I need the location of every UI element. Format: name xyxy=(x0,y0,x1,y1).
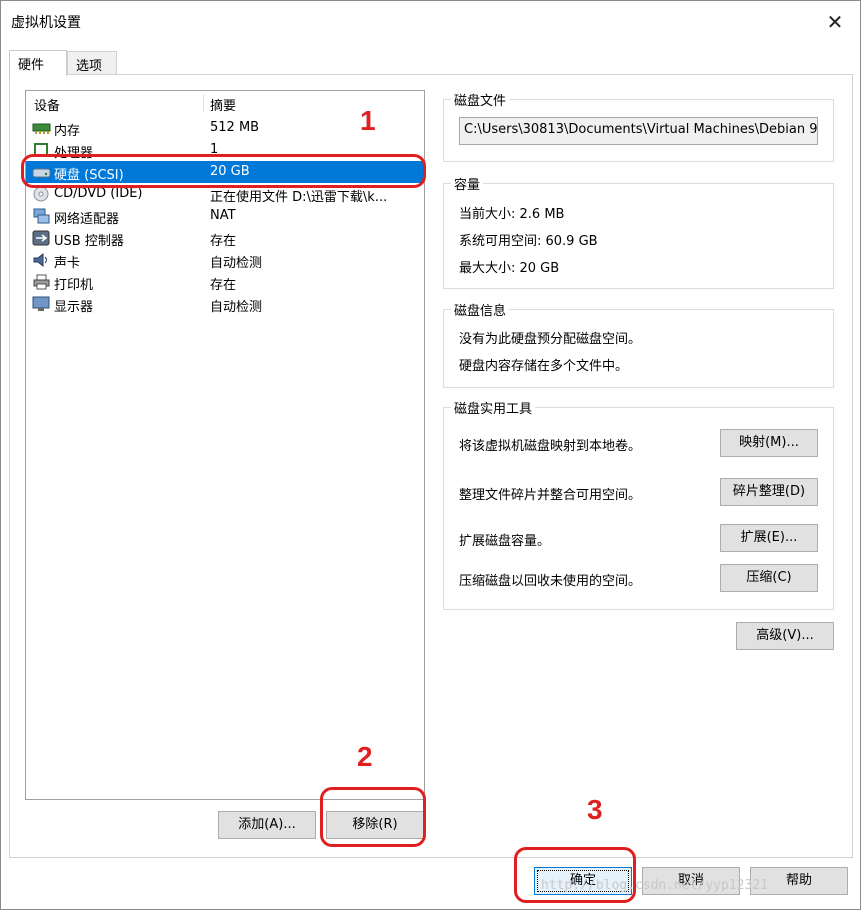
disk-file-path-field[interactable]: C:\Users\30813\Documents\Virtual Machine… xyxy=(459,117,818,145)
title-bar: 虚拟机设置 ✕ xyxy=(1,1,860,41)
disk-file-legend: 磁盘文件 xyxy=(451,90,510,109)
column-header-summary[interactable]: 摘要 xyxy=(210,95,236,114)
expand-description: 扩展磁盘容量。 xyxy=(459,534,551,549)
close-icon[interactable]: ✕ xyxy=(822,9,848,35)
column-separator[interactable] xyxy=(203,94,204,112)
device-name: 内存 xyxy=(54,124,81,139)
add-device-button[interactable]: 添加(A)... xyxy=(218,811,316,839)
sound-icon xyxy=(32,252,51,268)
device-name: 打印机 xyxy=(54,278,94,293)
map-button[interactable]: 映射(M)... xyxy=(720,429,818,457)
capacity-group: 容量 当前大小: 2.6 MB 系统可用空间: 60.9 GB 最大大小: 20… xyxy=(443,174,834,289)
disk-info-line-2: 硬盘内容存储在多个文件中。 xyxy=(459,359,629,374)
tab-hardware[interactable]: 硬件 xyxy=(9,50,67,76)
device-row-network[interactable]: 网络适配器 NAT xyxy=(26,205,424,227)
device-row-harddisk[interactable]: 硬盘 (SCSI) 20 GB xyxy=(26,161,424,183)
ok-button-label: 确定 xyxy=(537,870,629,892)
tab-hardware-label: 硬件 xyxy=(18,58,45,73)
defrag-description: 整理文件碎片并整合可用空间。 xyxy=(459,488,642,503)
remove-device-button[interactable]: 移除(R) xyxy=(326,811,424,839)
device-name: 处理器 xyxy=(54,146,94,161)
device-row-display[interactable]: 显示器 自动检测 xyxy=(26,293,424,315)
map-description: 将该虚拟机磁盘映射到本地卷。 xyxy=(459,439,642,454)
device-summary: 20 GB xyxy=(210,164,250,179)
device-row-processor[interactable]: 处理器 1 xyxy=(26,139,424,161)
device-name: 硬盘 (SCSI) xyxy=(54,168,124,183)
device-row-sound[interactable]: 声卡 自动检测 xyxy=(26,249,424,271)
device-name: 网络适配器 xyxy=(54,212,120,227)
disk-utilities-group: 磁盘实用工具 将该虚拟机磁盘映射到本地卷。 映射(M)... 整理文件碎片并整合… xyxy=(443,398,834,610)
device-row-printer[interactable]: 打印机 存在 xyxy=(26,271,424,293)
display-icon xyxy=(32,296,51,312)
device-name: CD/DVD (IDE) xyxy=(54,186,143,201)
annotation-number-1: 1 xyxy=(360,105,376,136)
device-summary: 512 MB xyxy=(210,120,260,135)
device-summary: NAT xyxy=(210,208,236,223)
window-title: 虚拟机设置 xyxy=(11,15,81,31)
device-name: USB 控制器 xyxy=(54,234,124,249)
annotation-number-2: 2 xyxy=(357,741,373,772)
disk-utilities-legend: 磁盘实用工具 xyxy=(451,398,536,417)
device-name: 声卡 xyxy=(54,256,81,271)
column-header-device[interactable]: 设备 xyxy=(34,95,60,114)
device-name: 显示器 xyxy=(54,300,94,315)
current-size-text: 当前大小: 2.6 MB xyxy=(459,207,565,222)
harddisk-icon xyxy=(32,164,51,180)
device-summary: 存在 xyxy=(210,234,237,249)
device-list[interactable]: 设备 摘要 内存 512 MB 处理器 1 硬盘 (SCSI) 20 GB CD… xyxy=(25,90,425,800)
device-summary: 存在 xyxy=(210,278,237,293)
capacity-legend: 容量 xyxy=(451,174,484,193)
disk-info-line-1: 没有为此硬盘预分配磁盘空间。 xyxy=(459,332,642,347)
ok-button[interactable]: 确定 xyxy=(534,867,632,895)
device-summary: 自动检测 xyxy=(210,300,263,315)
usb-icon xyxy=(32,230,51,246)
vm-settings-dialog: 虚拟机设置 ✕ 硬件 选项 设备 摘要 内存 512 MB 处理器 1 硬盘 (… xyxy=(0,0,861,910)
device-summary: 1 xyxy=(210,142,219,157)
defrag-button[interactable]: 碎片整理(D) xyxy=(720,478,818,506)
compact-description: 压缩磁盘以回收未使用的空间。 xyxy=(459,574,642,589)
device-row-cdrom[interactable]: CD/DVD (IDE) 正在使用文件 D:\迅雷下载\k... xyxy=(26,183,424,205)
disk-info-legend: 磁盘信息 xyxy=(451,300,510,319)
printer-icon xyxy=(32,274,51,290)
device-summary: 正在使用文件 D:\迅雷下载\k... xyxy=(210,190,388,205)
memory-icon xyxy=(32,120,51,136)
annotation-number-3: 3 xyxy=(587,794,603,825)
device-row-usb[interactable]: USB 控制器 存在 xyxy=(26,227,424,249)
processor-icon xyxy=(32,142,51,158)
max-size-text: 最大大小: 20 GB xyxy=(459,261,560,276)
network-icon xyxy=(32,208,51,224)
disk-file-group: 磁盘文件 C:\Users\30813\Documents\Virtual Ma… xyxy=(443,90,834,162)
available-space-text: 系统可用空间: 60.9 GB xyxy=(459,234,598,249)
help-button[interactable]: 帮助 xyxy=(750,867,848,895)
device-summary: 自动检测 xyxy=(210,256,263,271)
cdrom-icon xyxy=(32,186,51,202)
disk-info-group: 磁盘信息 没有为此硬盘预分配磁盘空间。 硬盘内容存储在多个文件中。 xyxy=(443,300,834,388)
compact-button[interactable]: 压缩(C) xyxy=(720,564,818,592)
advanced-button[interactable]: 高级(V)... xyxy=(736,622,834,650)
cancel-button[interactable]: 取消 xyxy=(642,867,740,895)
tab-options[interactable]: 选项 xyxy=(67,51,117,75)
expand-button[interactable]: 扩展(E)... xyxy=(720,524,818,552)
tab-options-label: 选项 xyxy=(76,59,103,74)
